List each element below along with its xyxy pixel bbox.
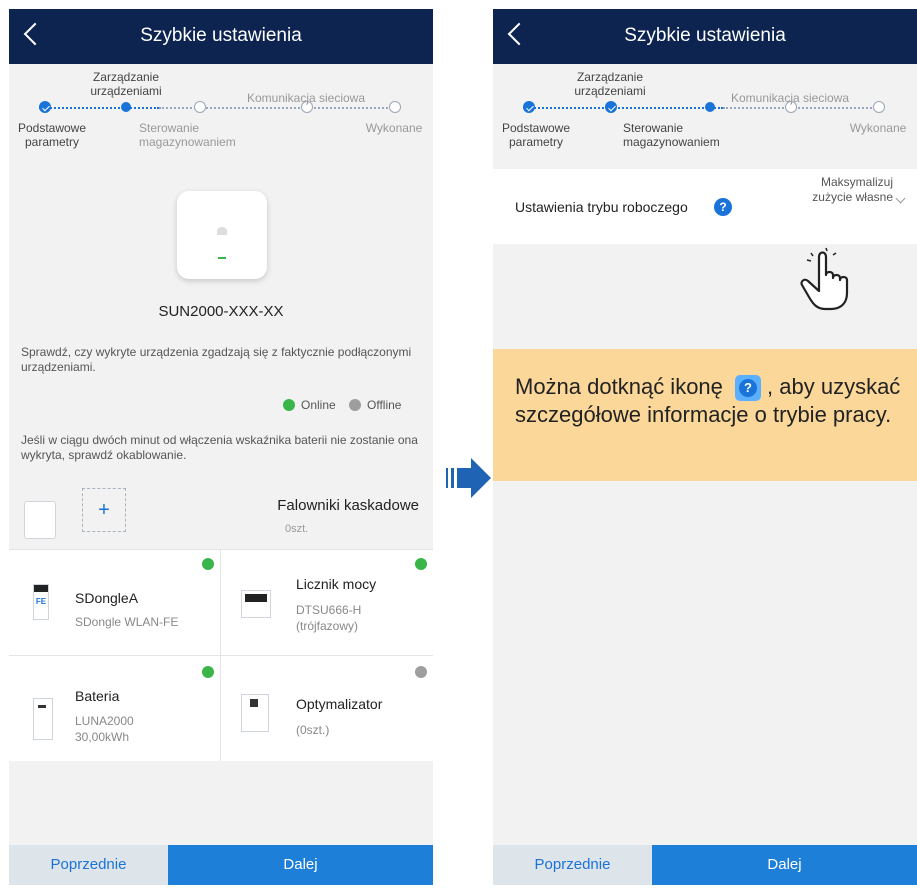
device-card-sdongle[interactable]: FE SDongleA SDongle WLAN-FE <box>9 550 220 655</box>
battery-status-icon <box>202 666 214 678</box>
hint-text-before: Można dotknąć ikonę <box>515 374 723 399</box>
bottom-bar: Poprzednie Dalej <box>493 845 917 885</box>
left-phone-screen: Szybkie ustawienia Zarządzanie urządzeni… <box>9 9 433 885</box>
device-grid: FE SDongleA SDongle WLAN-FE Licznik mocy… <box>9 549 433 761</box>
bottom-bar: Poprzednie Dalej <box>9 845 433 885</box>
hint-callout: Można dotknąć ikonę ? , aby uzyskać szcz… <box>493 349 917 481</box>
sdongle-icon: FE <box>33 584 49 620</box>
mode-label: Ustawienia trybu roboczego <box>515 199 688 215</box>
page-title: Szybkie ustawienia <box>624 25 786 46</box>
previous-button[interactable]: Poprzednie <box>9 845 168 885</box>
title-bar: Szybkie ustawienia <box>9 9 433 64</box>
online-legend-icon <box>283 399 295 411</box>
optimizer-icon <box>241 694 269 732</box>
step2-check-icon <box>605 101 617 113</box>
previous-button[interactable]: Poprzednie <box>493 845 652 885</box>
device-card-optimizer[interactable]: Optymalizator (0szt.) <box>221 656 433 761</box>
step1-check-icon <box>39 101 51 113</box>
device-model: SUN2000-XXX-XX <box>158 303 284 320</box>
online-legend-label: Online <box>301 398 336 412</box>
optimizer-count: (0szt.) <box>296 723 330 737</box>
step2-current-node <box>121 102 131 112</box>
step1-check-icon <box>523 101 535 113</box>
next-button[interactable]: Dalej <box>168 845 433 885</box>
meter-status-icon <box>415 558 427 570</box>
battery-model: LUNA2000 30,00kWh <box>75 714 134 744</box>
device-card-power-meter[interactable]: Licznik mocy DTSU666-H (trójfazowy) <box>221 550 433 655</box>
stepper-track-done <box>523 107 723 109</box>
step1-label: Podstawowe parametry <box>501 121 571 149</box>
step2-label: Zarządzanie urządzeniami <box>90 70 162 98</box>
help-icon[interactable]: ? <box>714 198 732 216</box>
sdongle-model: SDongle WLAN-FE <box>75 615 179 629</box>
plus-icon: + <box>98 499 110 521</box>
step4-label: Komunikacja sieciowa <box>730 91 850 105</box>
add-cascade-button[interactable]: + <box>82 488 126 532</box>
mode-dropdown[interactable]: Maksymalizuj zużycie własne <box>783 175 893 205</box>
step2-label: Zarządzanie urządzeniami <box>574 70 646 98</box>
led-indicator <box>218 257 226 259</box>
meter-name: Licznik mocy <box>296 576 377 592</box>
cascade-inverter-icon <box>24 501 56 539</box>
offline-legend-icon <box>349 399 361 411</box>
stepper-track-todo <box>723 107 883 109</box>
cascade-title: Falowniki kaskadowe <box>277 497 419 514</box>
battery-name: Bateria <box>75 688 120 704</box>
step3-node <box>194 101 206 113</box>
inverter-image <box>177 191 267 279</box>
meter-model: DTSU666-H (trójfazowy) <box>296 603 362 633</box>
verify-text: Sprawdź, czy wykryte urządzenia zgadzają… <box>21 345 412 374</box>
page-title: Szybkie ustawienia <box>140 25 302 46</box>
hint-help-icon: ? <box>735 375 762 402</box>
sdongle-name: SDongleA <box>75 590 139 606</box>
step5-label: Wykonane <box>849 121 907 135</box>
step1-label: Podstawowe parametry <box>17 121 87 149</box>
right-phone-screen: Szybkie ustawienia Zarządzanie urządzeni… <box>493 9 917 885</box>
step5-node <box>873 101 885 113</box>
mode-setting-row: Ustawienia trybu roboczego ? Maksymalizu… <box>493 169 917 244</box>
step4-label: Komunikacja sieciowa <box>246 91 366 105</box>
step3-label: Sterowanie magazynowaniem <box>623 121 720 149</box>
power-meter-icon <box>241 590 271 618</box>
sdongle-status-icon <box>202 558 214 570</box>
battery-note: Jeśli w ciągu dwóch minut od włączenia w… <box>21 433 418 462</box>
device-card-battery[interactable]: Bateria LUNA2000 30,00kWh <box>9 656 220 761</box>
hand-pointer-icon <box>800 247 849 311</box>
battery-icon <box>33 698 53 740</box>
chevron-down-icon[interactable] <box>895 193 906 204</box>
stepper-track-done <box>39 107 159 109</box>
progress-stepper: Zarządzanie urządzeniami Komunikacja sie… <box>493 64 917 169</box>
progress-stepper: Zarządzanie urządzeniami Komunikacja sie… <box>9 64 433 167</box>
step5-label: Wykonane <box>365 121 423 135</box>
step5-node <box>389 101 401 113</box>
optimizer-name: Optymalizator <box>296 696 383 712</box>
hint-text: Można dotknąć ikonę ? , aby uzyskać szcz… <box>515 373 905 429</box>
title-bar: Szybkie ustawienia <box>493 9 917 64</box>
next-button[interactable]: Dalej <box>652 845 917 885</box>
cascade-count: 0szt. <box>285 523 309 535</box>
huawei-logo-icon <box>217 227 227 235</box>
optimizer-status-icon <box>415 666 427 678</box>
transition-arrow-icon <box>446 458 492 498</box>
step3-label: Sterowanie magazynowaniem <box>139 121 236 149</box>
offline-legend-label: Offline <box>367 398 402 412</box>
step3-current-node <box>705 102 715 112</box>
